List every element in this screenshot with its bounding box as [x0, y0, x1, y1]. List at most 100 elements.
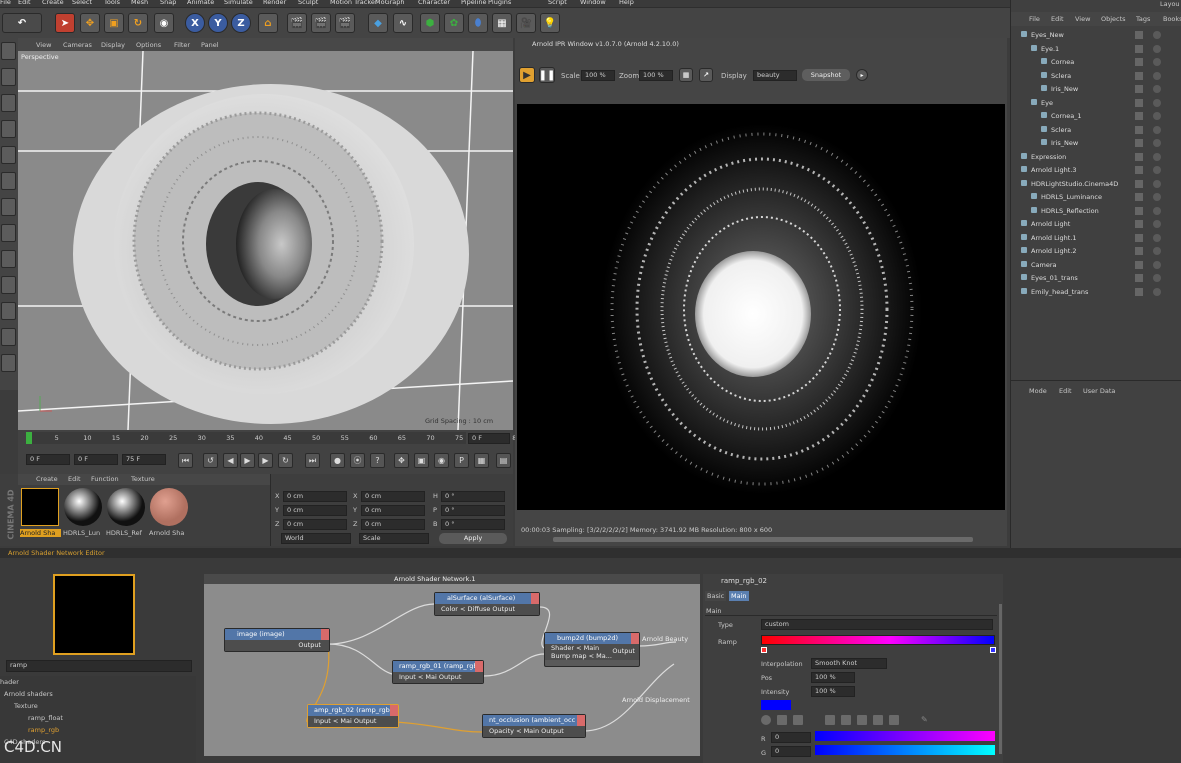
object-row[interactable]: Eye.1 — [1031, 43, 1141, 56]
prev-frame-icon[interactable]: ◀ — [223, 453, 238, 468]
object-name[interactable]: Sclera — [1051, 126, 1071, 134]
object-name[interactable]: Arnold Light.2 — [1031, 247, 1077, 255]
visibility-toggle[interactable] — [1135, 112, 1143, 120]
material-menu-texture[interactable]: Texture — [131, 475, 155, 483]
viewport-canvas[interactable]: Perspective Grid Spacing : 10 cm — [18, 51, 513, 430]
visibility-toggle[interactable] — [1135, 139, 1143, 147]
auto-key-icon[interactable]: ⦿ — [350, 453, 365, 468]
render-view-icon[interactable]: 🎬 — [287, 13, 307, 33]
object-menu-file[interactable]: File — [1029, 15, 1040, 23]
object-name[interactable]: Camera — [1031, 261, 1057, 269]
attribute-menu-edit[interactable]: Edit — [1059, 387, 1072, 395]
menu-select[interactable]: Select — [72, 0, 92, 6]
visibility-toggle[interactable] — [1135, 98, 1143, 107]
start-frame-field[interactable]: 0 F — [26, 454, 70, 465]
material-menu-create[interactable]: Create — [36, 475, 58, 483]
ipr-display-select[interactable]: beauty — [753, 70, 797, 81]
live-select-icon[interactable]: ➤ — [55, 13, 75, 33]
go-start-icon[interactable]: ⏮ — [178, 453, 193, 468]
workplane-icon[interactable] — [1, 120, 16, 138]
tab-basic[interactable]: Basic — [705, 591, 727, 601]
light-icon[interactable]: 💡 — [540, 13, 560, 33]
visibility-toggle[interactable] — [1135, 152, 1143, 161]
viewport-menu-view[interactable]: View — [36, 41, 51, 49]
visibility-toggle[interactable] — [1135, 193, 1143, 201]
hsv-icon[interactable] — [841, 715, 851, 725]
g-field[interactable]: 0 — [771, 746, 811, 757]
rotate-key-icon[interactable]: ◉ — [434, 453, 449, 468]
object-name[interactable]: Iris_New — [1051, 85, 1078, 93]
node-ramp-rgb-02[interactable]: amp_rgb_02 (ramp_rgb Input < Mai Output — [307, 704, 399, 728]
coord-size-field[interactable]: 0 cm — [361, 505, 425, 516]
ipr-scrollbar[interactable] — [553, 537, 973, 542]
ipr-region-icon[interactable]: ▦ — [679, 68, 693, 82]
mograph-icon[interactable]: ✿ — [444, 13, 464, 33]
object-row[interactable]: Eyes_01_trans — [1021, 272, 1131, 285]
object-menu-tags[interactable]: Tags — [1136, 15, 1150, 23]
object-menu-view[interactable]: View — [1075, 15, 1090, 23]
node-ramp-rgb-01[interactable]: ramp_rgb_01 (ramp_rgb Input < Mai Output — [392, 660, 484, 684]
timeline-icon[interactable]: ▤ — [496, 453, 511, 468]
subdivision-icon[interactable]: ⬢ — [420, 13, 440, 33]
shader-tree-item[interactable]: Texture — [14, 702, 38, 710]
menu-tools[interactable]: Tools — [104, 0, 120, 6]
type-select[interactable]: custom — [761, 619, 993, 630]
object-name[interactable]: HDRLS_Luminance — [1041, 193, 1102, 201]
viewport-menu-display[interactable]: Display — [101, 41, 125, 49]
ramp-gradient[interactable] — [761, 635, 995, 645]
color-swatch[interactable] — [761, 700, 791, 710]
node-alsurface[interactable]: alSurface (alSurface) Color < Diffuse Ou… — [434, 592, 540, 616]
menu-character[interactable]: Character — [418, 0, 450, 6]
material-item[interactable]: Arnold Sha — [149, 488, 190, 540]
swatches-icon[interactable] — [889, 715, 899, 725]
x-axis-button[interactable]: X — [185, 13, 205, 33]
viewport-menu-panel[interactable]: Panel — [201, 41, 219, 49]
soft-select-icon[interactable] — [1, 276, 16, 294]
object-name[interactable]: Sclera — [1051, 72, 1071, 80]
coord-mode-scale[interactable]: Scale — [359, 533, 429, 544]
prev-key-icon[interactable]: ↺ — [203, 453, 218, 468]
material-item[interactable]: HDRLS_Lun — [63, 488, 104, 540]
visibility-toggle[interactable] — [1135, 71, 1143, 80]
y-axis-button[interactable]: Y — [208, 13, 228, 33]
menu-window[interactable]: Window — [580, 0, 606, 6]
next-key-icon[interactable]: ↻ — [278, 453, 293, 468]
ipr-options-icon[interactable]: ▸ — [856, 69, 868, 81]
next-frame-icon[interactable]: ▶ — [258, 453, 273, 468]
menu-plugins[interactable]: Plugins — [488, 0, 511, 6]
coord-pos-field[interactable]: 0 cm — [283, 491, 347, 502]
menu-motion-tracker[interactable]: Motion Tracker — [330, 0, 378, 6]
object-name[interactable]: HDRLS_Reflection — [1041, 207, 1099, 215]
ipr-zoom-field[interactable]: 100 % — [639, 70, 673, 81]
shader-graph[interactable]: image (image) Output alSurface (alSurfac… — [204, 584, 700, 756]
object-row[interactable]: Expression — [1021, 151, 1131, 164]
viewport-menu-cameras[interactable]: Cameras — [63, 41, 92, 49]
picture-icon[interactable] — [793, 715, 803, 725]
coord-rot-field[interactable]: 0 ° — [441, 505, 505, 516]
material-item[interactable]: Arnold Sha — [20, 488, 61, 540]
rotate-icon[interactable]: ↻ — [128, 13, 148, 33]
viewport-menu-filter[interactable]: Filter — [174, 41, 190, 49]
material-item[interactable]: HDRLS_Ref — [106, 488, 147, 540]
menu-file[interactable]: File — [0, 0, 11, 6]
symmetry-icon[interactable] — [1, 328, 16, 346]
menu-sculpt[interactable]: Sculpt — [298, 0, 318, 6]
object-menu-books[interactable]: Books — [1163, 15, 1181, 23]
object-row[interactable]: Arnold Light.1 — [1021, 232, 1131, 245]
menu-animate[interactable]: Animate — [187, 0, 214, 6]
node-alsurface-port[interactable]: Color < Diffuse Output — [435, 604, 539, 615]
g-slider[interactable] — [815, 745, 995, 755]
move-key-icon[interactable]: ✥ — [394, 453, 409, 468]
ipr-pause-button[interactable]: ❚❚ — [539, 67, 555, 83]
coord-size-field[interactable]: 0 cm — [361, 519, 425, 530]
tweak-mode-icon[interactable] — [1, 250, 16, 268]
menu-pipeline[interactable]: Pipeline — [461, 0, 486, 6]
floor-icon[interactable]: ▦ — [492, 13, 512, 33]
cube-icon[interactable]: ◆ — [368, 13, 388, 33]
object-name[interactable]: Cornea — [1051, 58, 1074, 66]
model-mode-icon[interactable] — [1, 68, 16, 86]
visibility-toggle[interactable] — [1135, 31, 1143, 39]
object-row[interactable]: Arnold Light — [1021, 218, 1131, 231]
visibility-toggle[interactable] — [1135, 206, 1143, 215]
visibility-toggle[interactable] — [1135, 166, 1143, 174]
